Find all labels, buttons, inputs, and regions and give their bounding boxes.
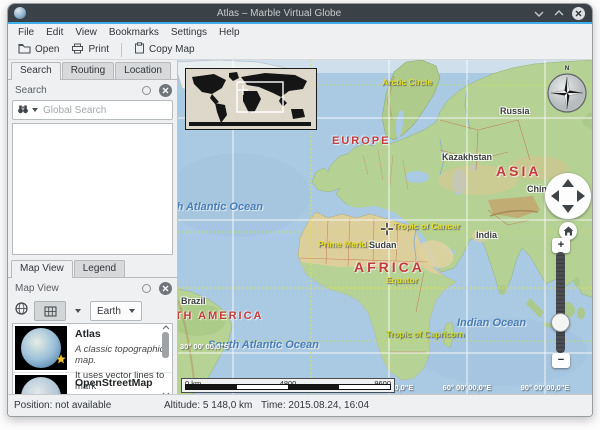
- menu-settings[interactable]: Settings: [165, 26, 213, 39]
- float-panel-icon[interactable]: [142, 284, 151, 293]
- compass-rose[interactable]: N: [546, 66, 588, 114]
- panel-tabbar-mid: Map View Legend: [8, 258, 177, 278]
- search-options-caret-icon[interactable]: [32, 108, 38, 112]
- tab-legend[interactable]: Legend: [74, 260, 125, 277]
- overview-map[interactable]: [185, 68, 317, 130]
- statusbar: Position: not available Altitude: 5 148,…: [8, 394, 592, 416]
- close-panel-icon[interactable]: [159, 84, 172, 97]
- compass-north-label: N: [546, 66, 588, 72]
- map-theme-list: Atlas A classic topographic map. It uses…: [12, 323, 173, 399]
- pan-up-icon[interactable]: [562, 179, 574, 187]
- tab-routing[interactable]: Routing: [62, 62, 114, 79]
- sidebar: Search Routing Location Search Map View: [8, 60, 178, 395]
- pan-left-icon[interactable]: [551, 190, 559, 202]
- search-input-box[interactable]: [12, 100, 173, 120]
- window-title: Atlas – Marble Virtual Globe: [26, 8, 532, 19]
- scroll-up-icon: [162, 325, 170, 330]
- celestial-body-select[interactable]: Earth: [90, 301, 142, 321]
- pan-down-icon[interactable]: [562, 205, 574, 213]
- zoom-slider-thumb[interactable]: [551, 313, 570, 332]
- search-input[interactable]: [41, 104, 168, 117]
- folder-icon: [18, 43, 31, 57]
- list-scrollbar[interactable]: [160, 325, 171, 397]
- scrollbar-thumb[interactable]: [162, 332, 169, 358]
- mapview-panel-title: Map View: [15, 283, 59, 294]
- close-panel-icon[interactable]: [159, 282, 172, 295]
- pan-right-icon[interactable]: [577, 190, 585, 202]
- map-theme-title: OpenStreetMap: [75, 377, 168, 389]
- map-theme-desc: A classic topographic map.: [75, 344, 168, 366]
- status-time: Time: 2015.08.24, 16:04: [261, 400, 369, 411]
- maximize-icon[interactable]: [552, 7, 565, 20]
- status-position: Position: not available: [14, 400, 111, 411]
- print-button[interactable]: Print: [65, 41, 115, 59]
- zoom-out-button[interactable]: −: [552, 353, 570, 368]
- menu-edit[interactable]: Edit: [40, 26, 69, 39]
- projection-caret-icon[interactable]: [75, 309, 81, 313]
- celestial-globe-icon: [15, 302, 28, 320]
- toolbar: Open Print Copy Map: [8, 40, 592, 60]
- titlebar[interactable]: Atlas – Marble Virtual Globe: [8, 4, 592, 22]
- marble-window: Atlas – Marble Virtual Globe File Edit V…: [7, 3, 593, 417]
- float-panel-icon[interactable]: [142, 86, 151, 95]
- close-icon[interactable]: [572, 7, 585, 20]
- search-results-list[interactable]: [12, 123, 173, 255]
- copy-map-button[interactable]: Copy Map: [128, 40, 201, 59]
- search-panel-header: Search: [8, 80, 177, 100]
- list-item-atlas[interactable]: Atlas A classic topographic map. It uses…: [13, 324, 172, 373]
- combo-caret-icon: [129, 309, 135, 313]
- tab-location[interactable]: Location: [115, 62, 171, 79]
- tab-search[interactable]: Search: [11, 62, 61, 80]
- menu-view[interactable]: View: [69, 26, 103, 39]
- favorite-star-icon: [56, 351, 66, 369]
- atlas-thumbnail: [15, 326, 67, 370]
- panel-tabbar-top: Search Routing Location: [8, 60, 177, 80]
- status-altitude: Altitude: 5 148,0 km: [164, 400, 252, 411]
- printer-icon: [71, 43, 84, 57]
- menu-help[interactable]: Help: [213, 26, 246, 39]
- menubar: File Edit View Bookmarks Settings Help: [8, 24, 592, 40]
- menu-file[interactable]: File: [12, 26, 40, 39]
- zoom-in-button[interactable]: +: [552, 238, 570, 253]
- pan-control[interactable]: [545, 173, 591, 219]
- search-panel-title: Search: [15, 85, 47, 96]
- scale-bar: 0 km 4800 9600: [181, 378, 395, 393]
- tab-map-view[interactable]: Map View: [11, 260, 73, 278]
- marble-app-icon: [14, 7, 26, 19]
- home-icon: [563, 226, 574, 236]
- crosshair-icon: [381, 222, 393, 234]
- zoom-slider-track[interactable]: [556, 252, 565, 353]
- map-canvas[interactable]: Arctic CircleEUROPERussiaKazakhstanASIAC…: [178, 60, 593, 395]
- scale-segments: [185, 384, 391, 390]
- open-button[interactable]: Open: [12, 41, 65, 59]
- toolbar-separator: [121, 43, 122, 57]
- mapview-controls: Earth: [8, 298, 177, 322]
- clipboard-icon: [134, 42, 145, 57]
- menu-bookmarks[interactable]: Bookmarks: [103, 26, 165, 39]
- map-theme-title: Atlas: [75, 328, 168, 340]
- projection-button[interactable]: [34, 301, 66, 321]
- binoculars-icon: [17, 101, 29, 119]
- mapview-panel-header: Map View: [8, 278, 177, 298]
- minimize-icon[interactable]: [532, 7, 545, 20]
